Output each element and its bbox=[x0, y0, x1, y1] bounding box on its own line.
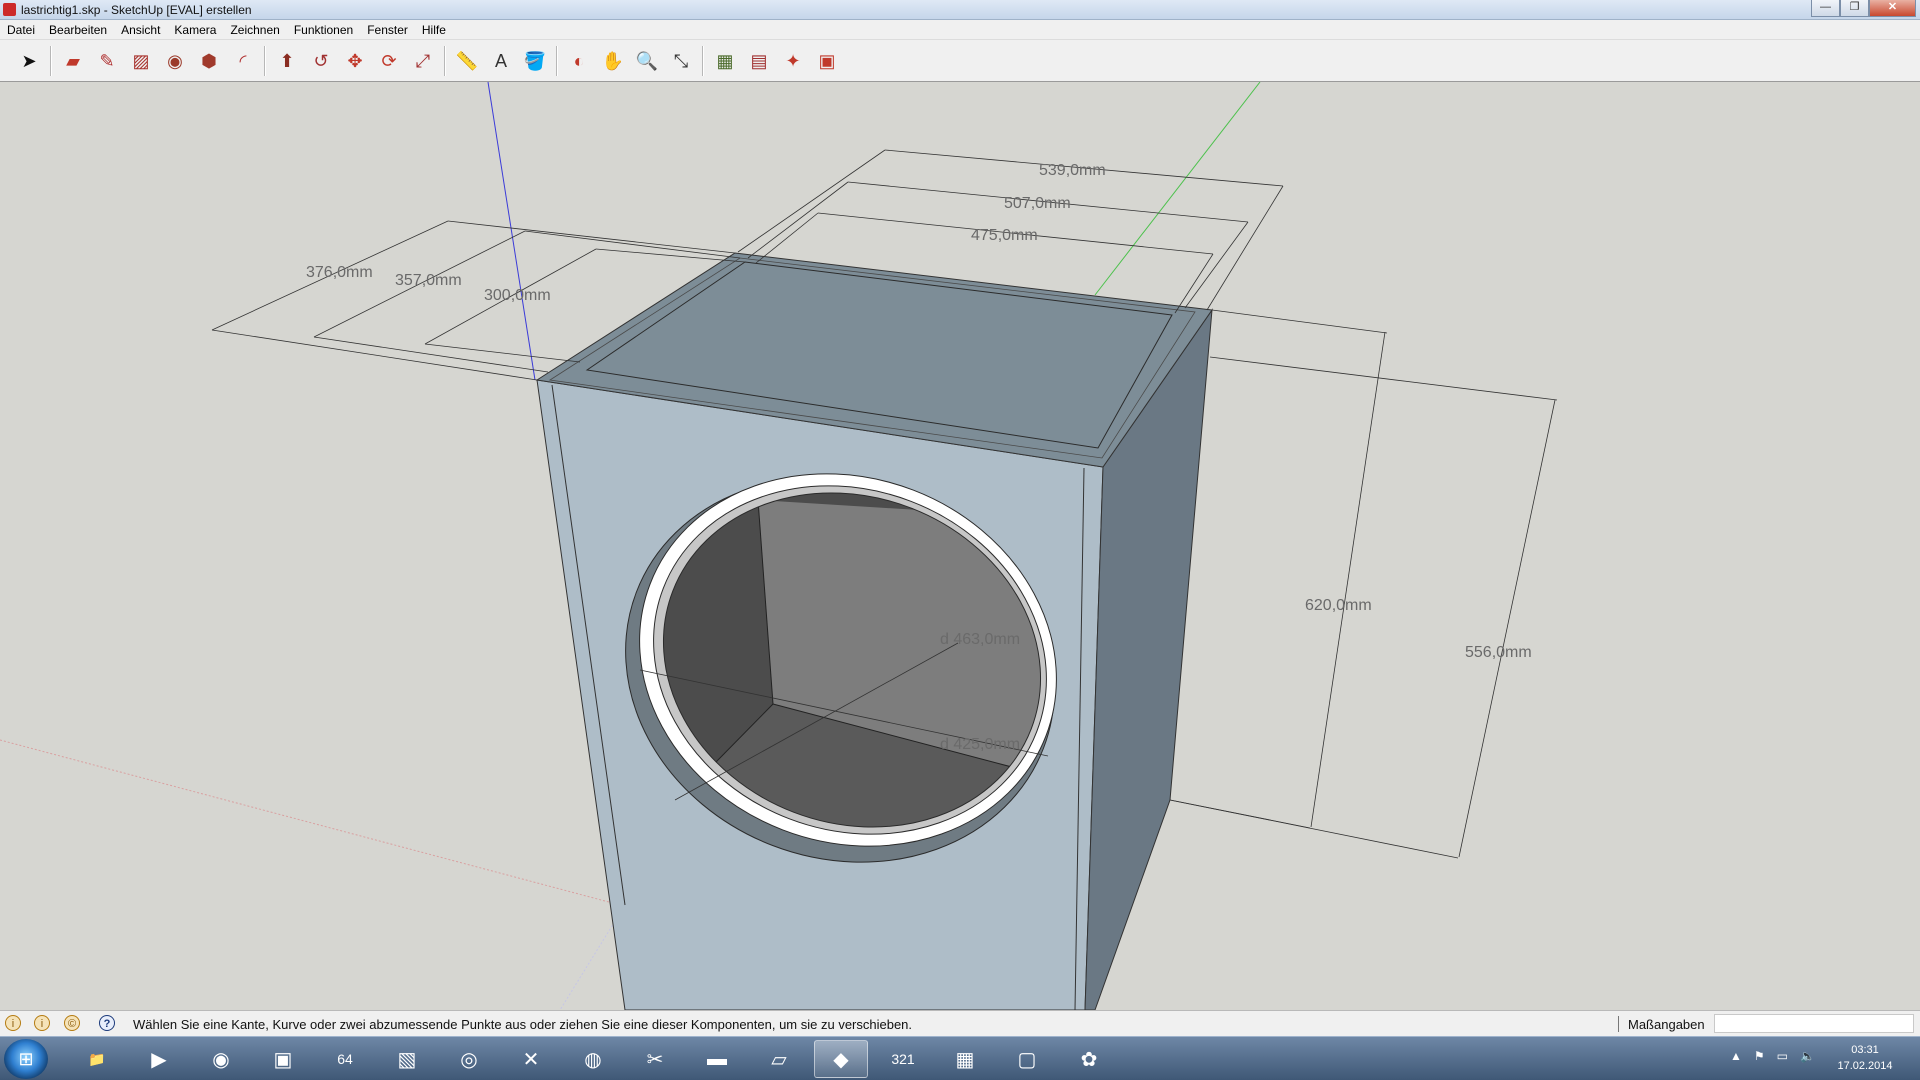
dim-height-outer[interactable]: 620,0mm bbox=[1305, 597, 1372, 614]
follow-me-tool-icon[interactable]: ↺ bbox=[304, 44, 338, 78]
globe-icon[interactable]: ◍ bbox=[566, 1040, 620, 1078]
dim-depth-mid[interactable]: 357,0mm bbox=[395, 272, 462, 289]
select-tool-icon[interactable]: ➤ bbox=[12, 44, 46, 78]
window-title: lastrichtig1.skp - SketchUp [EVAL] erste… bbox=[21, 3, 252, 17]
send-to-layout-icon[interactable]: ▣ bbox=[810, 44, 844, 78]
title-bar: lastrichtig1.skp - SketchUp [EVAL] erste… bbox=[0, 0, 1920, 20]
arc-tool-icon[interactable]: ◜ bbox=[226, 44, 260, 78]
menu-funktionen[interactable]: Funktionen bbox=[287, 20, 360, 39]
tray-icon-2[interactable]: ▭ bbox=[1777, 1049, 1788, 1063]
text-tool-icon[interactable]: A bbox=[484, 44, 518, 78]
pencil-tool-icon[interactable]: ✎ bbox=[90, 44, 124, 78]
app-64-icon[interactable]: 64 bbox=[318, 1040, 372, 1078]
circle-tool-icon[interactable]: ◉ bbox=[158, 44, 192, 78]
system-tray: ▲ ⚑ ▭ 🔈 bbox=[1730, 1049, 1815, 1063]
model-scene[interactable]: 539,0mm 507,0mm 475,0mm 376,0mm 357,0mm … bbox=[0, 82, 1920, 1010]
toolbar-separator bbox=[556, 45, 558, 76]
orbit-tool-icon[interactable]: ◐ bbox=[562, 44, 596, 78]
sketchup-icon[interactable]: ◆ bbox=[814, 1040, 868, 1078]
excel-icon[interactable]: ✕ bbox=[504, 1040, 558, 1078]
pan-tool-icon[interactable]: ✋ bbox=[596, 44, 630, 78]
help-icon[interactable]: ? bbox=[99, 1015, 115, 1031]
terminal-icon[interactable]: ▬ bbox=[690, 1040, 744, 1078]
menu-ansicht[interactable]: Ansicht bbox=[114, 20, 167, 39]
window-controls: — ❐ ✕ bbox=[1811, 0, 1916, 18]
visual-studio-icon[interactable]: ▣ bbox=[256, 1040, 310, 1078]
toolbar-separator bbox=[444, 45, 446, 76]
paint-icon[interactable]: ✿ bbox=[1062, 1040, 1116, 1078]
tray-icon-3[interactable]: 🔈 bbox=[1800, 1049, 1815, 1063]
share-model-icon[interactable]: ▤ bbox=[742, 44, 776, 78]
sketchup-app-icon bbox=[3, 3, 16, 16]
rectangle-tool-icon[interactable]: ▨ bbox=[124, 44, 158, 78]
dim-diameter-inner[interactable]: d 425,0mm bbox=[940, 736, 1020, 753]
explorer-icon[interactable]: 📁 bbox=[70, 1040, 124, 1078]
measurements-divider bbox=[1618, 1016, 1619, 1032]
tools-icon[interactable]: ✂ bbox=[628, 1040, 682, 1078]
zoom-extents-tool-icon[interactable]: ⤡ bbox=[664, 44, 698, 78]
menu-fenster[interactable]: Fenster bbox=[360, 20, 415, 39]
toolbar-separator bbox=[264, 45, 266, 76]
measurements-input[interactable] bbox=[1714, 1014, 1914, 1033]
main-toolbar: ➤ ▰ ✎ ▨ ◉ ⬢ ◜ ⬆ ↺ ✥ ⟳ ⤢ 📏 A 🪣 ◐ ✋ 🔍 ⤡ ▦ ▤ ✦ ▣ bbox=[0, 40, 1920, 82]
scale-tool-icon[interactable]: ⤢ bbox=[406, 44, 440, 78]
menu-hilfe[interactable]: Hilfe bbox=[415, 20, 453, 39]
clock[interactable]: 03:31 17.02.2014 bbox=[1830, 1042, 1900, 1074]
paint-bucket-tool-icon[interactable]: 🪣 bbox=[518, 44, 552, 78]
menu-bearbeiten[interactable]: Bearbeiten bbox=[42, 20, 114, 39]
taskbar: ⊞ 📁 ▶ ◉ ▣ 64 ▧ ◎ ✕ ◍ ✂ ▬ ▱ ◆ 321 ▦ ▢ ✿ ▲ ⚑ ▭ 🔈 03:31 17.02.… bbox=[0, 1036, 1920, 1080]
measurements-label: Maßangaben bbox=[1628, 1017, 1705, 1032]
toolbar-separator bbox=[50, 45, 52, 76]
photos-icon[interactable]: ▧ bbox=[380, 1040, 434, 1078]
start-button[interactable]: ⊞ bbox=[4, 1039, 48, 1079]
screenshot-icon[interactable]: ▢ bbox=[1000, 1040, 1054, 1078]
copyright-icon[interactable]: © bbox=[64, 1015, 80, 1031]
clock-date: 17.02.2014 bbox=[1837, 1060, 1893, 1072]
maximize-button[interactable]: ❐ bbox=[1840, 0, 1869, 17]
drawing-viewport[interactable]: 539,0mm 507,0mm 475,0mm 376,0mm 357,0mm … bbox=[0, 82, 1920, 1010]
dim-depth-outer[interactable]: 376,0mm bbox=[306, 264, 373, 281]
red-axis-negative bbox=[0, 739, 621, 906]
chrome-icon[interactable]: ◎ bbox=[442, 1040, 496, 1078]
warehouse-icon[interactable]: ▦ bbox=[708, 44, 742, 78]
status-bar: i i © ? Wählen Sie eine Kante, Kurve ode… bbox=[0, 1010, 1920, 1036]
dim-width-inner[interactable]: 475,0mm bbox=[971, 227, 1038, 244]
calculator-icon[interactable]: ▦ bbox=[938, 1040, 992, 1078]
rotate-tool-icon[interactable]: ⟳ bbox=[372, 44, 406, 78]
tray-icon-0[interactable]: ▲ bbox=[1730, 1049, 1742, 1063]
dim-width-outer[interactable]: 539,0mm bbox=[1039, 162, 1106, 179]
dim-diameter-outer[interactable]: d 463,0mm bbox=[940, 631, 1020, 648]
clock-time: 03:31 bbox=[1851, 1044, 1879, 1056]
push-pull-tool-icon[interactable]: ⬆ bbox=[270, 44, 304, 78]
status-hint: Wählen Sie eine Kante, Kurve oder zwei a… bbox=[133, 1017, 913, 1032]
dim-height-inner[interactable]: 556,0mm bbox=[1465, 644, 1532, 661]
polygon-tool-icon[interactable]: ⬢ bbox=[192, 44, 226, 78]
firefox-icon[interactable]: ◉ bbox=[194, 1040, 248, 1078]
height-dimension-lines bbox=[1169, 309, 1558, 859]
green-axis bbox=[1094, 82, 1261, 296]
menu-kamera[interactable]: Kamera bbox=[167, 20, 223, 39]
credits-icon[interactable]: i bbox=[34, 1015, 50, 1031]
media-321-icon[interactable]: 321 bbox=[876, 1040, 930, 1078]
menu-zeichnen[interactable]: Zeichnen bbox=[223, 20, 286, 39]
minimize-button[interactable]: — bbox=[1811, 0, 1840, 17]
tray-icon-1[interactable]: ⚑ bbox=[1754, 1049, 1765, 1063]
geo-location-icon[interactable]: i bbox=[5, 1015, 21, 1031]
extension-warehouse-icon[interactable]: ✦ bbox=[776, 44, 810, 78]
media-player-icon[interactable]: ▶ bbox=[132, 1040, 186, 1078]
eraser-tool-icon[interactable]: ▰ bbox=[56, 44, 90, 78]
toolbar-separator bbox=[702, 45, 704, 76]
move-tool-icon[interactable]: ✥ bbox=[338, 44, 372, 78]
dim-width-mid[interactable]: 507,0mm bbox=[1004, 195, 1071, 212]
notepad-icon[interactable]: ▱ bbox=[752, 1040, 806, 1078]
menu-bar: Datei Bearbeiten Ansicht Kamera Zeichnen… bbox=[0, 20, 1920, 40]
zoom-tool-icon[interactable]: 🔍 bbox=[630, 44, 664, 78]
close-button[interactable]: ✕ bbox=[1869, 0, 1916, 17]
menu-datei[interactable]: Datei bbox=[0, 20, 42, 39]
dim-depth-inner[interactable]: 300,0mm bbox=[484, 287, 551, 304]
tape-measure-tool-icon[interactable]: 📏 bbox=[450, 44, 484, 78]
